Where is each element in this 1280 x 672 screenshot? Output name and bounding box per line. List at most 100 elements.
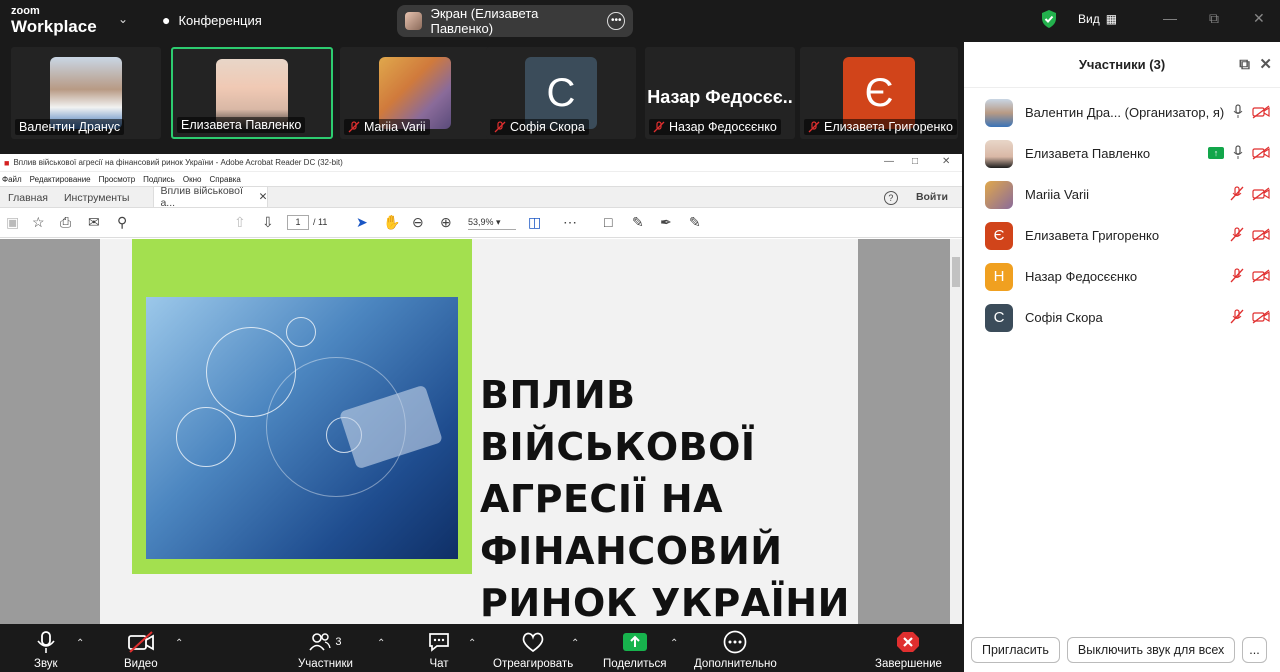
page-number-input[interactable]: 1 (287, 215, 309, 230)
heading-line: ВІЙСЬКОВОЇ (480, 425, 756, 469)
share-options-caret-icon[interactable]: ⌃ (670, 638, 678, 649)
screen-share-pill[interactable]: Экран (Елизавета Павленко) ••• (397, 5, 633, 37)
audio-options-caret-icon[interactable]: ⌃ (76, 638, 84, 649)
mic-muted-icon[interactable] (1230, 186, 1244, 201)
mic-muted-icon[interactable] (1230, 268, 1244, 283)
page-view-icon[interactable]: ◫ (528, 214, 541, 231)
zoom-level-value: 53,9% (468, 217, 494, 227)
menu-sign[interactable]: Подпись (143, 175, 175, 184)
login-button[interactable]: Войти (916, 191, 948, 205)
video-off-icon[interactable] (1252, 227, 1270, 242)
fill-sign-icon[interactable]: ✎ (689, 214, 701, 231)
print-icon[interactable]: ⎙ (60, 214, 71, 231)
zoom-in-icon[interactable]: ⊕ (440, 214, 452, 231)
video-tile[interactable]: Є Елизавета Григоренко (800, 47, 958, 139)
search-icon[interactable]: ⚲ (117, 214, 127, 231)
video-button[interactable]: Видео (124, 630, 158, 670)
prev-page-icon[interactable]: ⇧ (234, 214, 246, 231)
highlight-pen-icon[interactable]: ✎ (632, 214, 644, 231)
video-off-icon[interactable] (1252, 145, 1270, 160)
close-window-icon[interactable]: ✕ (1253, 10, 1265, 27)
react-button[interactable]: Отреагировать (493, 630, 573, 670)
participants-panel-header: Участники (3) ⧉ ✕ (964, 42, 1280, 88)
tile-name: Елизавета Григоренко (804, 119, 957, 135)
close-tab-icon[interactable]: ✕ (259, 191, 268, 203)
chat-button[interactable]: Чат (427, 630, 451, 670)
participant-row[interactable]: Є Елизавета Григоренко (964, 215, 1280, 256)
vertical-scrollbar[interactable] (950, 239, 962, 624)
mic-muted-icon[interactable] (1230, 227, 1244, 242)
menu-file[interactable]: Файл (2, 175, 22, 184)
react-options-caret-icon[interactable]: ⌃ (571, 638, 579, 649)
acrobat-minimize-icon[interactable]: — (884, 156, 894, 167)
zoom-level-select[interactable]: 53,9% ▾ (468, 215, 516, 230)
chat-label: Чат (429, 658, 449, 670)
view-button[interactable]: Вид ▦ (1078, 12, 1117, 26)
participant-row[interactable]: Валентин Дра... (Организатор, я) (964, 92, 1280, 133)
heading-line: ФІНАНСОВИЙ (480, 529, 783, 573)
mail-icon[interactable]: ✉ (88, 214, 100, 231)
mic-icon[interactable] (1232, 145, 1244, 160)
more-label: Дополнительно (694, 658, 777, 670)
mute-all-button[interactable]: Выключить звук для всех (1066, 637, 1236, 663)
participants-button[interactable]: 3 Участники (298, 630, 353, 670)
share-screen-button[interactable]: Поделиться (603, 630, 667, 670)
end-meeting-button[interactable]: Завершение (875, 630, 942, 670)
participant-row[interactable]: Mariia Varii (964, 174, 1280, 215)
chat-options-caret-icon[interactable]: ⌃ (468, 638, 476, 649)
shield-check-icon[interactable] (1040, 9, 1058, 29)
chat-icon (429, 633, 449, 652)
acrobat-maximize-icon[interactable]: □ (912, 156, 918, 167)
video-tile-active[interactable]: Елизавета Павленко (171, 47, 333, 139)
tab-document[interactable]: Вплив військової а... ✕ (153, 185, 269, 209)
tab-home[interactable]: Главная (0, 187, 56, 207)
video-tile[interactable]: С Софія Скора (486, 47, 636, 139)
mic-muted-icon[interactable] (1230, 309, 1244, 324)
help-icon[interactable]: ? (883, 191, 898, 205)
restore-icon[interactable]: ⧉ (1209, 10, 1219, 27)
video-off-icon[interactable] (1252, 104, 1270, 119)
video-off-icon[interactable] (1252, 186, 1270, 201)
popout-icon[interactable]: ⧉ (1239, 56, 1250, 73)
hand-tool-icon[interactable]: ✋ (383, 214, 400, 231)
audio-button[interactable]: Звук (34, 630, 58, 670)
video-off-icon[interactable] (1252, 268, 1270, 283)
scroll-mode-icon[interactable]: ⋯ (563, 214, 577, 231)
more-icon[interactable]: ••• (607, 12, 625, 30)
tab-tools[interactable]: Инструменты (56, 187, 137, 207)
participant-row[interactable]: С Софія Скора (964, 297, 1280, 338)
save-icon[interactable]: ▣ (6, 214, 19, 231)
video-tile[interactable]: Валентин Дранус (11, 47, 161, 139)
minimize-icon[interactable]: — (1163, 10, 1177, 26)
acrobat-tabs: Главная Инструменты Вплив військової а..… (0, 185, 962, 209)
video-tile[interactable]: Назар Федосєє.. Назар Федосєєнко (645, 47, 795, 139)
conference-info-button[interactable]: ● Конференция (162, 12, 262, 28)
view-label: Вид (1078, 12, 1100, 26)
acrobat-close-icon[interactable]: ✕ (942, 156, 950, 167)
star-icon[interactable]: ☆ (32, 214, 45, 231)
menu-help[interactable]: Справка (209, 175, 240, 184)
video-off-icon[interactable] (1252, 309, 1270, 324)
participants-options-caret-icon[interactable]: ⌃ (377, 638, 385, 649)
participant-row[interactable]: Елизавета Павленко ↑ (964, 133, 1280, 174)
mic-icon[interactable] (1232, 104, 1244, 119)
close-panel-icon[interactable]: ✕ (1259, 55, 1272, 73)
acrobat-tabs-right: ? Войти (883, 191, 948, 205)
select-cursor-icon[interactable]: ➤ (356, 214, 368, 231)
comment-icon[interactable]: □ (604, 214, 612, 230)
scrollbar-thumb[interactable] (952, 257, 960, 287)
sign-icon[interactable]: ✒ (660, 214, 672, 231)
invite-button[interactable]: Пригласить (971, 637, 1060, 663)
next-page-icon[interactable]: ⇩ (262, 214, 274, 231)
chevron-down-icon[interactable]: ⌄ (118, 12, 128, 26)
more-button[interactable]: Дополнительно (694, 630, 777, 670)
video-options-caret-icon[interactable]: ⌃ (175, 638, 183, 649)
avatar: Є (985, 221, 1013, 250)
menu-window[interactable]: Окно (183, 175, 202, 184)
menu-view[interactable]: Просмотр (99, 175, 136, 184)
menu-edit[interactable]: Редактирование (30, 175, 91, 184)
participant-row[interactable]: Н Назар Федосєєнко (964, 256, 1280, 297)
video-tile[interactable]: Mariia Varii (340, 47, 490, 139)
zoom-out-icon[interactable]: ⊖ (412, 214, 424, 231)
more-options-button[interactable]: ... (1242, 637, 1267, 663)
